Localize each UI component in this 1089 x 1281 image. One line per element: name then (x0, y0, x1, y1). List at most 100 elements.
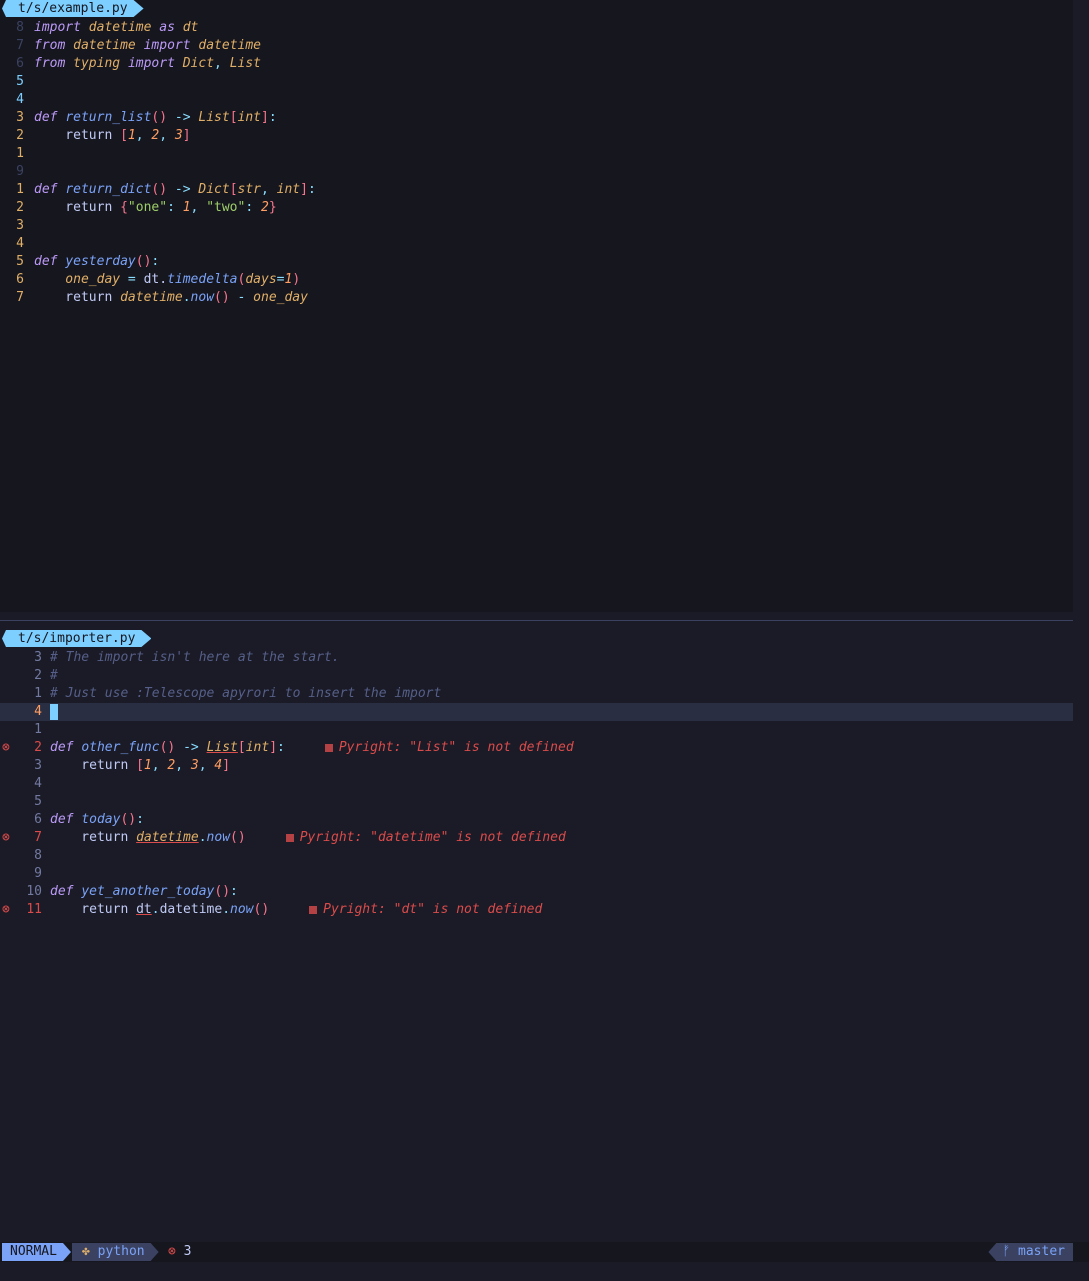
code-text[interactable]: return {"one": 1, "two": 2} (34, 199, 276, 217)
editor-pane-bottom[interactable]: t/s/importer.py 3 # The import isn't here… (0, 630, 1073, 1240)
code-token: Dict (182, 56, 215, 71)
code-line[interactable]: 8 (0, 847, 1073, 865)
line-number: 7 (34, 830, 42, 845)
code-token: [ (229, 182, 238, 197)
code-line[interactable]: 5 (0, 73, 1073, 91)
code-line[interactable]: 3 return [1, 2, 3, 4] (0, 757, 1073, 775)
code-line[interactable]: 9 (0, 163, 1073, 181)
code-text[interactable]: # (50, 667, 58, 685)
code-text[interactable]: import datetime as dt (34, 19, 198, 37)
code-token: from (34, 56, 74, 71)
diagnostic-count[interactable]: ⊗ 3 (168, 1242, 191, 1262)
code-token: return (34, 200, 121, 215)
branch-icon: ᚠ (1002, 1244, 1011, 1259)
code-line[interactable]: 4 (0, 703, 1073, 721)
code-text[interactable]: return [1, 2, 3] (34, 127, 190, 145)
error-sign-icon[interactable]: ⊗ (2, 739, 10, 757)
line-number: 7 (16, 290, 24, 305)
code-text[interactable]: one_day = dt.timedelta(days=1) (34, 271, 300, 289)
code-token: def (50, 740, 82, 755)
code-line[interactable]: 4 (0, 91, 1073, 109)
code-line[interactable]: 2 # (0, 667, 1073, 685)
code-line[interactable]: 6 def today(): (0, 811, 1073, 829)
code-token: , (190, 200, 207, 215)
mode-indicator: NORMAL (2, 1243, 71, 1261)
code-line[interactable]: 6 from typing import Dict, List (0, 55, 1073, 73)
code-token: () (151, 110, 168, 125)
python-icon: ✤ (82, 1244, 90, 1259)
code-text[interactable]: def return_list() -> List[int]: (34, 109, 277, 127)
error-sign-icon[interactable]: ⊗ (2, 829, 10, 847)
code-token: : (307, 182, 316, 197)
code-line[interactable]: ⊗ 7 return datetime.now() Pyright: "dateti… (0, 829, 1073, 847)
code-line[interactable]: 3 (0, 217, 1073, 235)
code-token: [ (136, 758, 144, 773)
code-token: dt (182, 20, 199, 35)
code-token: () (135, 254, 152, 269)
code-text[interactable]: # The import isn't here at the start. (50, 649, 340, 667)
code-text[interactable]: # Just use :Telescope apyrori to insert … (50, 685, 441, 703)
code-token: 1 (182, 200, 191, 215)
line-number: 4 (16, 236, 24, 251)
code-text[interactable]: return datetime.now() - one_day (34, 289, 308, 307)
error-sign-icon[interactable]: ⊗ (2, 901, 10, 919)
code-token: -> (167, 110, 199, 125)
code-text[interactable]: return dt.datetime.now() Pyright: "dt" is… (50, 901, 542, 919)
statusline: NORMAL ✤ python ⊗ 3 ᚠ master (0, 1242, 1089, 1262)
editor-pane-top[interactable]: t/s/example.py 8 import datetime as dt 7 fr… (0, 0, 1073, 612)
code-line[interactable]: ⊗ 2 def other_func() -> List[int]: Pyright:… (0, 739, 1073, 757)
code-text[interactable]: def yet_another_today(): (50, 883, 238, 901)
code-line[interactable]: 5 def yesterday(): (0, 253, 1073, 271)
code-line[interactable]: 4 (0, 235, 1073, 253)
line-number: 5 (16, 74, 24, 89)
code-token: dt (136, 902, 152, 917)
code-token: : (268, 110, 277, 125)
code-text[interactable]: return datetime.now() Pyright: "datetime"… (50, 829, 566, 847)
winbar-top: t/s/example.py (0, 0, 1073, 18)
diagnostic-square-icon (285, 833, 294, 842)
code-line[interactable]: 9 (0, 865, 1073, 883)
code-line[interactable]: 5 (0, 793, 1073, 811)
code-token: : (167, 200, 183, 215)
code-token: - (229, 290, 254, 305)
code-line[interactable]: 7 from datetime import datetime (0, 37, 1073, 55)
code-line[interactable]: 6 one_day = dt.timedelta(days=1) (0, 271, 1073, 289)
line-number: 3 (34, 650, 42, 665)
code-line[interactable]: 3 def return_list() -> List[int]: (0, 109, 1073, 127)
code-token: datetime (120, 290, 183, 305)
code-text[interactable]: from typing import Dict, List (34, 55, 261, 73)
code-line[interactable]: 1 # Just use :Telescope apyrori to insert… (0, 685, 1073, 703)
file-tab-importer[interactable]: t/s/importer.py (2, 630, 151, 647)
code-text[interactable]: def today(): (50, 811, 144, 829)
code-token: , (175, 758, 191, 773)
code-line[interactable]: 1 def return_dict() -> Dict[str, int]: (0, 181, 1073, 199)
code-token: datetime (73, 38, 144, 53)
code-text[interactable]: def yesterday(): (34, 253, 159, 271)
code-token: : (230, 884, 238, 899)
code-token: [ (229, 110, 238, 125)
line-number: 8 (34, 848, 42, 863)
code-line[interactable]: 2 return [1, 2, 3] (0, 127, 1073, 145)
code-line[interactable]: 2 return {"one": 1, "two": 2} (0, 199, 1073, 217)
code-text[interactable]: return [1, 2, 3, 4] (50, 757, 230, 775)
filetype-indicator: ✤ python (72, 1243, 159, 1261)
code-token: return_dict (65, 182, 152, 197)
code-text[interactable]: def other_func() -> List[int]: Pyright: "… (50, 739, 574, 757)
file-tab-example[interactable]: t/s/example.py (2, 0, 144, 17)
line-number: 9 (34, 866, 42, 881)
code-token: () (214, 884, 231, 899)
code-text[interactable]: from datetime import datetime (34, 37, 261, 55)
window-split-divider[interactable] (0, 620, 1073, 621)
code-line[interactable]: 8 import datetime as dt (0, 19, 1073, 37)
code-line[interactable]: 10 def yet_another_today(): (0, 883, 1073, 901)
code-line[interactable]: 3 # The import isn't here at the start. (0, 649, 1073, 667)
code-line[interactable]: 4 (0, 775, 1073, 793)
code-text[interactable] (50, 703, 58, 721)
code-line[interactable]: ⊗ 11 return dt.datetime.now() Pyright: "dt… (0, 901, 1073, 919)
code-line[interactable]: 7 return datetime.now() - one_day (0, 289, 1073, 307)
line-number: 3 (16, 218, 24, 233)
code-line[interactable]: 1 (0, 721, 1073, 739)
code-text[interactable]: def return_dict() -> Dict[str, int]: (34, 181, 316, 199)
line-number: 3 (34, 758, 42, 773)
code-line[interactable]: 1 (0, 145, 1073, 163)
